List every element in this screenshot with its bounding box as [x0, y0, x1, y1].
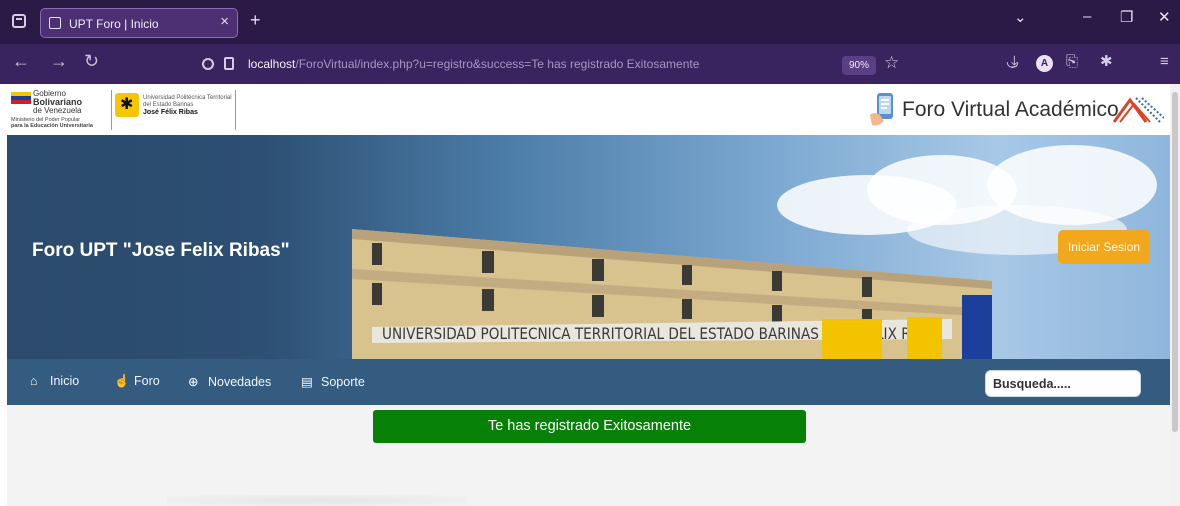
upt-logo: Universidad Politécnica Territorial del … — [115, 91, 235, 129]
home-icon: ⌂ — [30, 374, 38, 388]
globe-icon: ⊕ — [188, 375, 199, 389]
menu-label: Inicio — [50, 374, 80, 388]
zoom-level-badge[interactable]: 90% — [842, 56, 876, 75]
menu-item-soporte[interactable]: ▤ Soporte — [301, 374, 365, 389]
gov-line-3: de Venezuela — [33, 106, 82, 115]
upt-line-1: Universidad Politécnica Territorial — [143, 95, 232, 101]
main-content: Te has registrado Exitosamente — [7, 405, 1170, 506]
header-divider — [111, 90, 112, 130]
tracking-shield-icon[interactable] — [202, 58, 214, 70]
main-menu-bar: ⌂ Inicio ☝ Foro ⊕ Novedades ▤ Soporte — [7, 359, 1170, 405]
menu-item-inicio[interactable]: ⌂ Inicio — [30, 374, 79, 388]
puzzle-icon[interactable]: ✱ — [1100, 54, 1113, 69]
window-close-icon[interactable]: ✕ — [1158, 8, 1171, 26]
restore-icon[interactable]: ❐ — [1120, 8, 1133, 26]
hamburger-menu-icon[interactable]: ≡ — [1160, 54, 1169, 69]
search-input[interactable] — [985, 370, 1141, 397]
page-scrollbar[interactable] — [1170, 84, 1180, 506]
university-building-photo: UNIVERSIDAD POLITECNICA TERRITORIAL DEL … — [352, 229, 992, 359]
page-info-icon[interactable] — [224, 57, 234, 70]
url-text[interactable]: localhost/ForoVirtual/index.php?u=regist… — [248, 57, 699, 71]
browser-tab-active[interactable]: UPT Foro | Inicio × — [40, 8, 238, 38]
minimize-icon[interactable]: – — [1083, 8, 1091, 25]
download-arrow-icon[interactable]: ⤓ — [1011, 54, 1018, 69]
venezuela-flag-icon — [11, 92, 31, 104]
gov-name: Gobierno Bolivariano de Venezuela — [33, 90, 82, 115]
hero-title: Foro UPT "Jose Felix Ribas" — [32, 240, 290, 261]
tab-title: UPT Foro | Inicio — [69, 17, 159, 31]
menu-label: Soporte — [321, 375, 365, 389]
upt-line-3: José Félix Ribas — [143, 109, 198, 116]
gov-ministry: Ministerio del Poder Popular para la Edu… — [11, 117, 93, 129]
login-button[interactable]: Iniciar Sesion — [1058, 230, 1150, 264]
browser-nav-bar: ← → ↻ localhost/ForoVirtual/index.php?u=… — [0, 44, 1180, 84]
upt-line-2: del Estado Barinas — [143, 102, 194, 108]
brand-waves-icon — [1112, 97, 1164, 123]
extensions-icon[interactable]: ⎘ — [1066, 54, 1078, 69]
menu-item-novedades[interactable]: ⊕ Novedades — [188, 374, 271, 389]
success-alert: Te has registrado Exitosamente — [373, 410, 806, 443]
header-divider-2 — [235, 90, 236, 130]
content-shadow — [167, 495, 467, 506]
foro-virtual-brand[interactable]: Foro Virtual Académico — [868, 88, 1164, 132]
url-host: localhost — [248, 57, 296, 71]
forward-icon[interactable]: → — [50, 52, 68, 70]
gov-sub-2: para la Educación Universitaria — [11, 123, 93, 129]
tab-favicon-icon — [49, 17, 61, 29]
forum-phone-icon — [870, 93, 893, 126]
account-avatar-icon[interactable]: A — [1036, 55, 1053, 72]
chevron-down-icon[interactable]: ⌄ — [1014, 8, 1027, 26]
pointer-hand-icon: ☝ — [114, 374, 130, 388]
scrollbar-thumb[interactable] — [1172, 92, 1178, 432]
gobierno-bolivariano-logo: Gobierno Bolivariano de Venezuela Minist… — [11, 90, 109, 132]
site-header: Gobierno Bolivariano de Venezuela Minist… — [7, 84, 1170, 135]
upt-name: Universidad Politécnica Territorial del … — [143, 95, 232, 117]
url-path: /ForoVirtual/index.php?u=registro&succes… — [295, 57, 700, 71]
menu-item-foro[interactable]: ☝ Foro — [114, 374, 160, 389]
bookmark-star-icon[interactable]: ☆ — [884, 53, 899, 73]
browser-tab-bar: UPT Foro | Inicio × + ⌄ – ❐ ✕ — [0, 0, 1180, 44]
back-icon[interactable]: ← — [12, 52, 30, 70]
brand-title: Foro Virtual Académico — [902, 98, 1119, 121]
tab-list-icon[interactable] — [12, 14, 26, 28]
reload-icon[interactable]: ↻ — [84, 52, 99, 70]
url-bar[interactable]: localhost/ForoVirtual/index.php?u=regist… — [196, 52, 908, 78]
support-doc-icon: ▤ — [301, 375, 313, 389]
hero-banner: UNIVERSIDAD POLITECNICA TERRITORIAL DEL … — [7, 135, 1170, 359]
menu-label: Foro — [134, 374, 160, 388]
upt-emblem-icon — [115, 93, 139, 117]
new-tab-icon[interactable]: + — [250, 11, 261, 29]
tab-close-icon[interactable]: × — [220, 14, 229, 29]
menu-label: Novedades — [208, 375, 272, 389]
web-page: Gobierno Bolivariano de Venezuela Minist… — [7, 84, 1170, 506]
